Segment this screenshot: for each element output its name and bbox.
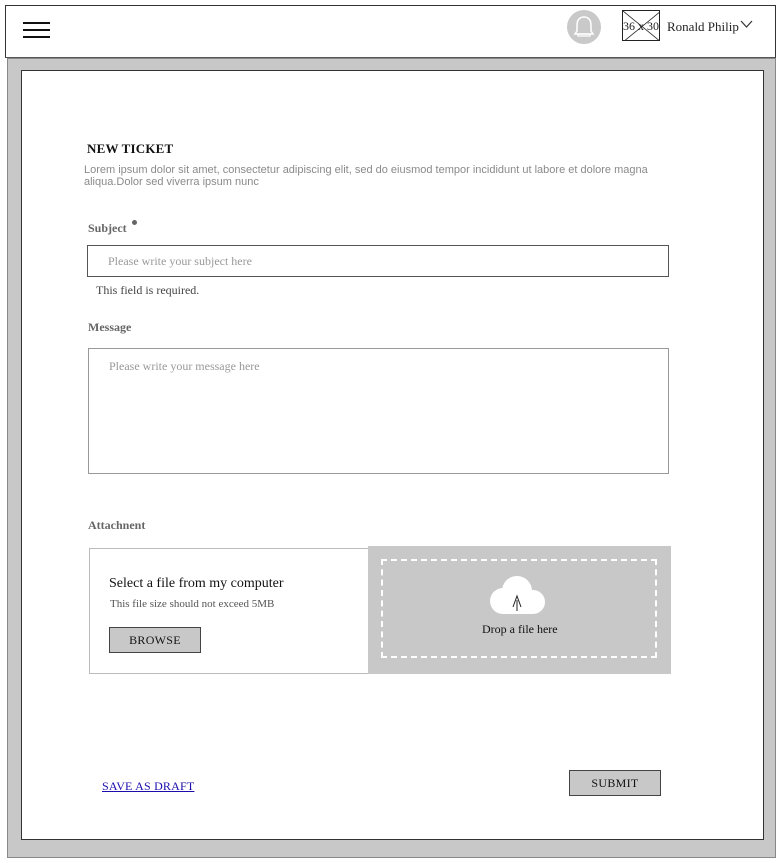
file-select-title: Select a file from my computer: [109, 576, 284, 591]
page-title: NEW TICKET: [87, 141, 174, 156]
hamburger-menu-icon[interactable]: [23, 21, 51, 41]
message-label: Message: [88, 320, 132, 334]
submit-button[interactable]: SUBMIT: [569, 770, 661, 796]
drop-zone-label: Drop a file here: [482, 622, 558, 636]
save-as-draft-link[interactable]: SAVE AS DRAFT: [102, 779, 194, 794]
message-textarea[interactable]: [88, 348, 669, 474]
file-size-note: This file size should not exceed 5MB: [110, 598, 275, 610]
chevron-down-icon[interactable]: [740, 20, 753, 29]
file-select-panel: [89, 548, 370, 674]
required-indicator: [132, 220, 137, 225]
subject-error: This field is required.: [96, 283, 200, 297]
bell-icon: [573, 16, 595, 37]
avatar[interactable]: 36 x 30: [622, 10, 660, 41]
user-name[interactable]: Ronald Philip: [667, 19, 739, 35]
cloud-upload-icon: [490, 576, 545, 614]
browse-button[interactable]: BROWSE: [109, 627, 201, 653]
subject-input[interactable]: [87, 245, 669, 277]
subject-label: Subject: [88, 221, 127, 235]
avatar-placeholder-label: 36 x 30: [623, 19, 659, 33]
attachment-label: Attachnent: [88, 518, 146, 532]
page-description: Lorem ipsum dolor sit amet, consectetur …: [84, 164, 648, 188]
notifications-button[interactable]: [567, 10, 601, 44]
top-bar: [5, 5, 776, 58]
